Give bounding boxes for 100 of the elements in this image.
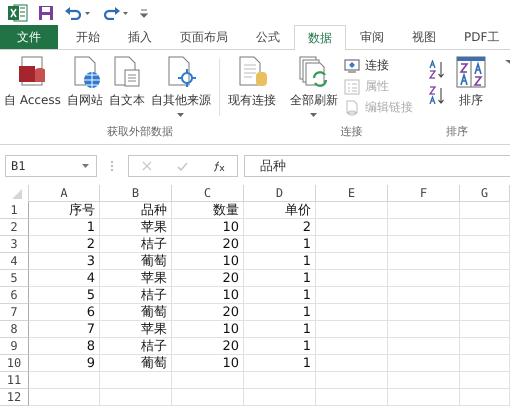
- ribbon-tab[interactable]: 插入: [114, 25, 166, 49]
- table-cell: 7: [29, 321, 100, 338]
- row-header[interactable]: 7: [0, 304, 29, 321]
- row-header[interactable]: 4: [0, 253, 29, 270]
- save-icon[interactable]: [38, 4, 54, 20]
- row-header[interactable]: 3: [0, 236, 29, 253]
- table-cell: 数量: [172, 202, 244, 219]
- table-cell: [460, 304, 510, 321]
- redo-icon[interactable]: [102, 6, 130, 20]
- check-icon[interactable]: [176, 162, 188, 170]
- table-cell: [172, 372, 244, 389]
- ribbon-button[interactable]: 自其他来源: [148, 56, 213, 124]
- table-cell: 苹果: [100, 219, 172, 236]
- table-cell: [460, 355, 510, 372]
- table-cell: [316, 219, 388, 236]
- ribbon-tab[interactable]: 公式: [242, 25, 294, 49]
- table-cell: [460, 219, 510, 236]
- row-header[interactable]: 6: [0, 287, 29, 304]
- table-cell: [460, 338, 510, 355]
- row-header[interactable]: 11: [0, 372, 29, 389]
- row-header[interactable]: 2: [0, 219, 29, 236]
- group-label: 排序: [444, 124, 469, 140]
- table-cell: 20: [172, 236, 244, 253]
- name-box[interactable]: B1: [5, 155, 97, 177]
- table-cell: [316, 389, 388, 406]
- table-cell: [244, 372, 316, 389]
- table-cell: 5: [29, 287, 100, 304]
- row-header[interactable]: 5: [0, 270, 29, 287]
- table-cell: 20: [172, 338, 244, 355]
- ribbon-button[interactable]: 排序: [452, 56, 489, 124]
- table-cell: [244, 389, 316, 406]
- table-cell: [388, 253, 460, 270]
- ribbon-tab[interactable]: PDF工: [450, 25, 510, 49]
- table-cell: [316, 372, 388, 389]
- ribbon-tab[interactable]: 审阅: [346, 25, 398, 49]
- undo-icon[interactable]: [64, 6, 92, 20]
- table-cell: [388, 372, 460, 389]
- table-cell: [388, 270, 460, 287]
- table-cell: [388, 202, 460, 219]
- table-cell: [316, 287, 388, 304]
- table-cell: [388, 355, 460, 372]
- customize-menu-icon[interactable]: [140, 8, 148, 18]
- table-cell: [100, 372, 172, 389]
- table-cell: 单价: [244, 202, 316, 219]
- ribbon-tab[interactable]: 开始: [62, 25, 114, 49]
- ribbon-button[interactable]: 自 Access: [2, 56, 63, 124]
- table-cell: [316, 236, 388, 253]
- row-header[interactable]: 1: [0, 202, 29, 219]
- table-cell: 1: [244, 321, 316, 338]
- ribbon-tab[interactable]: 页面布局: [166, 25, 242, 49]
- table-cell: 4: [29, 270, 100, 287]
- column-header[interactable]: B: [100, 185, 172, 202]
- row-header[interactable]: 10: [0, 355, 29, 372]
- sort-descending-icon[interactable]: [428, 86, 447, 106]
- ribbon-button[interactable]: 连接: [342, 56, 415, 75]
- column-header[interactable]: G: [460, 185, 510, 202]
- ribbon-tab[interactable]: 视图: [398, 25, 450, 49]
- table-cell: 桔子: [100, 236, 172, 253]
- ribbon-tab[interactable]: 数据: [294, 25, 346, 50]
- column-header[interactable]: D: [244, 185, 316, 202]
- table-cell: [460, 372, 510, 389]
- table-cell: [388, 304, 460, 321]
- table-cell: [388, 287, 460, 304]
- row-header[interactable]: 9: [0, 338, 29, 355]
- table-cell: [316, 304, 388, 321]
- ribbon-button[interactable]: 自网站: [64, 56, 105, 124]
- ribbon-button[interactable]: 自文本: [106, 56, 147, 124]
- table-cell: [29, 389, 100, 406]
- sort-icon: [454, 56, 487, 88]
- table-cell: 1: [244, 236, 316, 253]
- connection-icon: [344, 58, 360, 74]
- table-cell: 20: [172, 270, 244, 287]
- ribbon-button[interactable]: 现有连接: [226, 56, 278, 124]
- table-cell: [172, 389, 244, 406]
- column-header[interactable]: C: [172, 185, 244, 202]
- excel-logo-icon[interactable]: [8, 4, 28, 22]
- table-cell: 1: [244, 287, 316, 304]
- table-cell: 桔子: [100, 287, 172, 304]
- group-label: 连接: [339, 124, 364, 140]
- table-cell: 1: [244, 270, 316, 287]
- column-header[interactable]: F: [388, 185, 460, 202]
- row-header[interactable]: 8: [0, 321, 29, 338]
- table-cell: 9: [29, 355, 100, 372]
- table-cell: 品种: [100, 202, 172, 219]
- ribbon-button[interactable]: 全部刷新: [288, 56, 340, 124]
- sort-ascending-icon[interactable]: [428, 60, 447, 80]
- table-cell: 2: [29, 236, 100, 253]
- row-header[interactable]: 12: [0, 389, 29, 406]
- table-cell: 苹果: [100, 321, 172, 338]
- table-cell: 1: [29, 219, 100, 236]
- table-cell: [388, 321, 460, 338]
- table-cell: 桔子: [100, 338, 172, 355]
- function-icon[interactable]: [212, 160, 224, 172]
- column-header[interactable]: A: [29, 185, 100, 202]
- column-header[interactable]: E: [316, 185, 388, 202]
- formula-field[interactable]: 品种: [244, 155, 510, 177]
- table-cell: [460, 253, 510, 270]
- file-tab[interactable]: 文件: [0, 25, 58, 49]
- table-cell: 6: [29, 304, 100, 321]
- table-cell: [388, 338, 460, 355]
